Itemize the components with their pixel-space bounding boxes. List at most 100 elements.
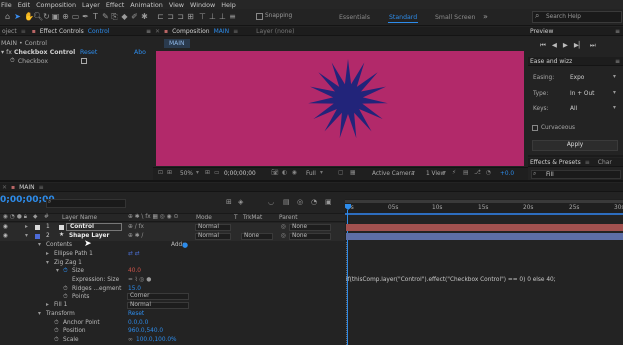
next-frame-icon[interactable]: ▶▏: [574, 41, 584, 50]
align-bottom-icon[interactable]: ⊥: [218, 12, 227, 21]
timeline-close-icon[interactable]: ✕: [2, 184, 7, 191]
timeline-icon[interactable]: ▤: [463, 170, 468, 176]
type-select[interactable]: In + Out: [570, 91, 594, 97]
fill-mode-select[interactable]: Normal: [127, 302, 189, 309]
size-value[interactable]: 40.0: [128, 268, 141, 274]
tab-close-icon[interactable]: ✕: [155, 28, 160, 35]
panel-menu-icon[interactable]: ≡: [146, 28, 151, 35]
motion-blur-icon[interactable]: ◎: [297, 198, 303, 206]
layer1-pickwhip-icon[interactable]: ◎: [281, 224, 286, 230]
hand-tool-icon[interactable]: ✋: [24, 12, 34, 21]
pan-behind-tool-icon[interactable]: ⊕: [61, 12, 70, 21]
layer2-mode-select[interactable]: Normal: [195, 233, 231, 240]
layer2-parent-select[interactable]: None: [289, 233, 331, 240]
align-left-icon[interactable]: ⊏: [156, 12, 165, 21]
add-shape-icon[interactable]: ●: [182, 241, 188, 249]
work-area-bar[interactable]: [345, 200, 623, 203]
eraser-tool-icon[interactable]: ◆: [120, 12, 129, 21]
clone-tool-icon[interactable]: ⎘: [110, 12, 119, 21]
composition-viewer[interactable]: [156, 51, 524, 166]
grid-guides-icon[interactable]: ⊞: [167, 170, 172, 176]
workspace-small-screen[interactable]: Small Screen: [435, 14, 475, 21]
snapping-checkbox[interactable]: [256, 13, 263, 20]
layer1-expand-icon[interactable]: ▸: [25, 224, 28, 230]
effects-search-field[interactable]: [531, 170, 621, 179]
effect-about-link[interactable]: Abo: [134, 49, 146, 56]
tab-timeline-main[interactable]: MAIN: [19, 184, 35, 191]
puppet-tool-icon[interactable]: ✱: [140, 12, 149, 21]
resolution-value[interactable]: Full: [306, 171, 316, 177]
snapshot-icon[interactable]: 📷︎: [271, 170, 278, 176]
align-top-icon[interactable]: ⊤: [198, 12, 207, 21]
layer2-pickwhip-icon[interactable]: ◎: [281, 233, 286, 239]
checkbox-control-toggle[interactable]: [81, 58, 87, 64]
scale-link-icon[interactable]: ∞: [128, 337, 133, 343]
size-stopwatch-icon[interactable]: ⏱: [63, 268, 68, 275]
layer2-expand-icon[interactable]: ▾: [25, 233, 28, 239]
first-frame-icon[interactable]: ⏮: [540, 41, 546, 50]
menu-animation[interactable]: Animation: [130, 1, 163, 9]
timeline-lock-icon[interactable]: ▪: [11, 184, 15, 191]
tab-effect-controls-target[interactable]: Control: [88, 28, 110, 35]
easing-select[interactable]: Expo: [570, 75, 584, 81]
safe-margins-icon[interactable]: ⊞: [205, 170, 210, 176]
layer1-visibility-icon[interactable]: ◉: [3, 224, 8, 230]
points-select[interactable]: Corner: [127, 293, 189, 300]
timeline-search-field[interactable]: [46, 199, 126, 208]
roto-brush-icon[interactable]: ✐: [130, 12, 139, 21]
layer1-duration-bar[interactable]: [346, 224, 623, 231]
ellipse-path-ops-icon[interactable]: ⇄ ⇄: [128, 251, 140, 257]
layer1-mode-select[interactable]: Normal: [195, 224, 231, 231]
tab-effects-presets[interactable]: Effects & Presets: [530, 159, 581, 166]
expand-arrow-icon[interactable]: ▾: [1, 49, 4, 56]
zoom-dropdown-icon[interactable]: ▾: [196, 170, 199, 176]
preview-menu-icon[interactable]: ≡: [615, 28, 620, 35]
points-stopwatch-icon[interactable]: ⏱: [63, 294, 68, 301]
camera-tool-icon[interactable]: ▣: [51, 12, 60, 21]
rotate-tool-icon[interactable]: ↻: [42, 12, 51, 21]
channel-icon[interactable]: ◉: [292, 170, 297, 176]
layer1-switches[interactable]: ⊕ / fx: [128, 224, 144, 230]
comp-timecode[interactable]: 0;00;00;00: [224, 171, 256, 177]
keys-select[interactable]: All: [570, 106, 577, 112]
curvaceous-checkbox[interactable]: [532, 125, 538, 131]
transparency-grid-icon[interactable]: ▦: [350, 170, 355, 176]
tab-project[interactable]: oject: [2, 28, 17, 35]
frame-blending-icon[interactable]: ▤: [283, 198, 290, 206]
easing-dropdown-icon[interactable]: ▾: [613, 74, 616, 80]
tab-composition-target[interactable]: MAIN: [214, 28, 230, 35]
menu-composition[interactable]: Composition: [36, 1, 76, 9]
graph-editor-icon[interactable]: ◔: [311, 198, 317, 206]
menu-help[interactable]: Help: [221, 1, 236, 9]
layer2-label-color[interactable]: [35, 234, 40, 239]
layer1-label-color[interactable]: [35, 225, 40, 230]
tab-layer[interactable]: Layer (none): [256, 28, 294, 35]
last-frame-icon[interactable]: ⏭: [590, 41, 596, 50]
position-value[interactable]: 960.0,540.0: [128, 328, 163, 334]
draft-3d-icon[interactable]: ◈: [238, 198, 243, 206]
layer1-parent-select[interactable]: None: [289, 224, 331, 231]
ease-menu-icon[interactable]: ≡: [615, 58, 620, 65]
menu-effect[interactable]: Effect: [106, 1, 124, 9]
col-mode[interactable]: Mode: [196, 215, 212, 221]
align-center-icon[interactable]: ⊐: [166, 12, 175, 21]
size-expand-icon[interactable]: ▾: [56, 268, 59, 274]
layer2-switches[interactable]: ⊕ ✱ /: [128, 233, 143, 239]
tab-composition[interactable]: Composition: [172, 28, 209, 35]
comp-lock-icon[interactable]: ▪: [164, 28, 168, 35]
menu-file[interactable]: File: [1, 1, 12, 9]
menu-view[interactable]: View: [169, 1, 184, 9]
scale-stopwatch-icon[interactable]: ⏱: [54, 337, 59, 344]
fill-expand-icon[interactable]: ▸: [46, 302, 49, 308]
toggle-mask-icon[interactable]: ▭: [214, 170, 219, 176]
contents-expand-icon[interactable]: ▾: [38, 242, 41, 248]
graph-toggle-icon[interactable]: ▣: [325, 198, 332, 206]
selection-tool-icon[interactable]: ➤: [13, 12, 22, 21]
shy-icon[interactable]: ◡: [268, 198, 274, 206]
tab-effect-controls[interactable]: Effect Controls: [40, 28, 84, 35]
prev-frame-icon[interactable]: ◀: [552, 41, 557, 50]
menu-layer[interactable]: Layer: [82, 1, 100, 9]
view-dropdown-icon[interactable]: ▾: [443, 170, 446, 176]
resolution-dropdown-icon[interactable]: ▾: [320, 170, 323, 176]
expression-text[interactable]: if(thisComp.layer("Control").effect("Che…: [346, 277, 556, 283]
